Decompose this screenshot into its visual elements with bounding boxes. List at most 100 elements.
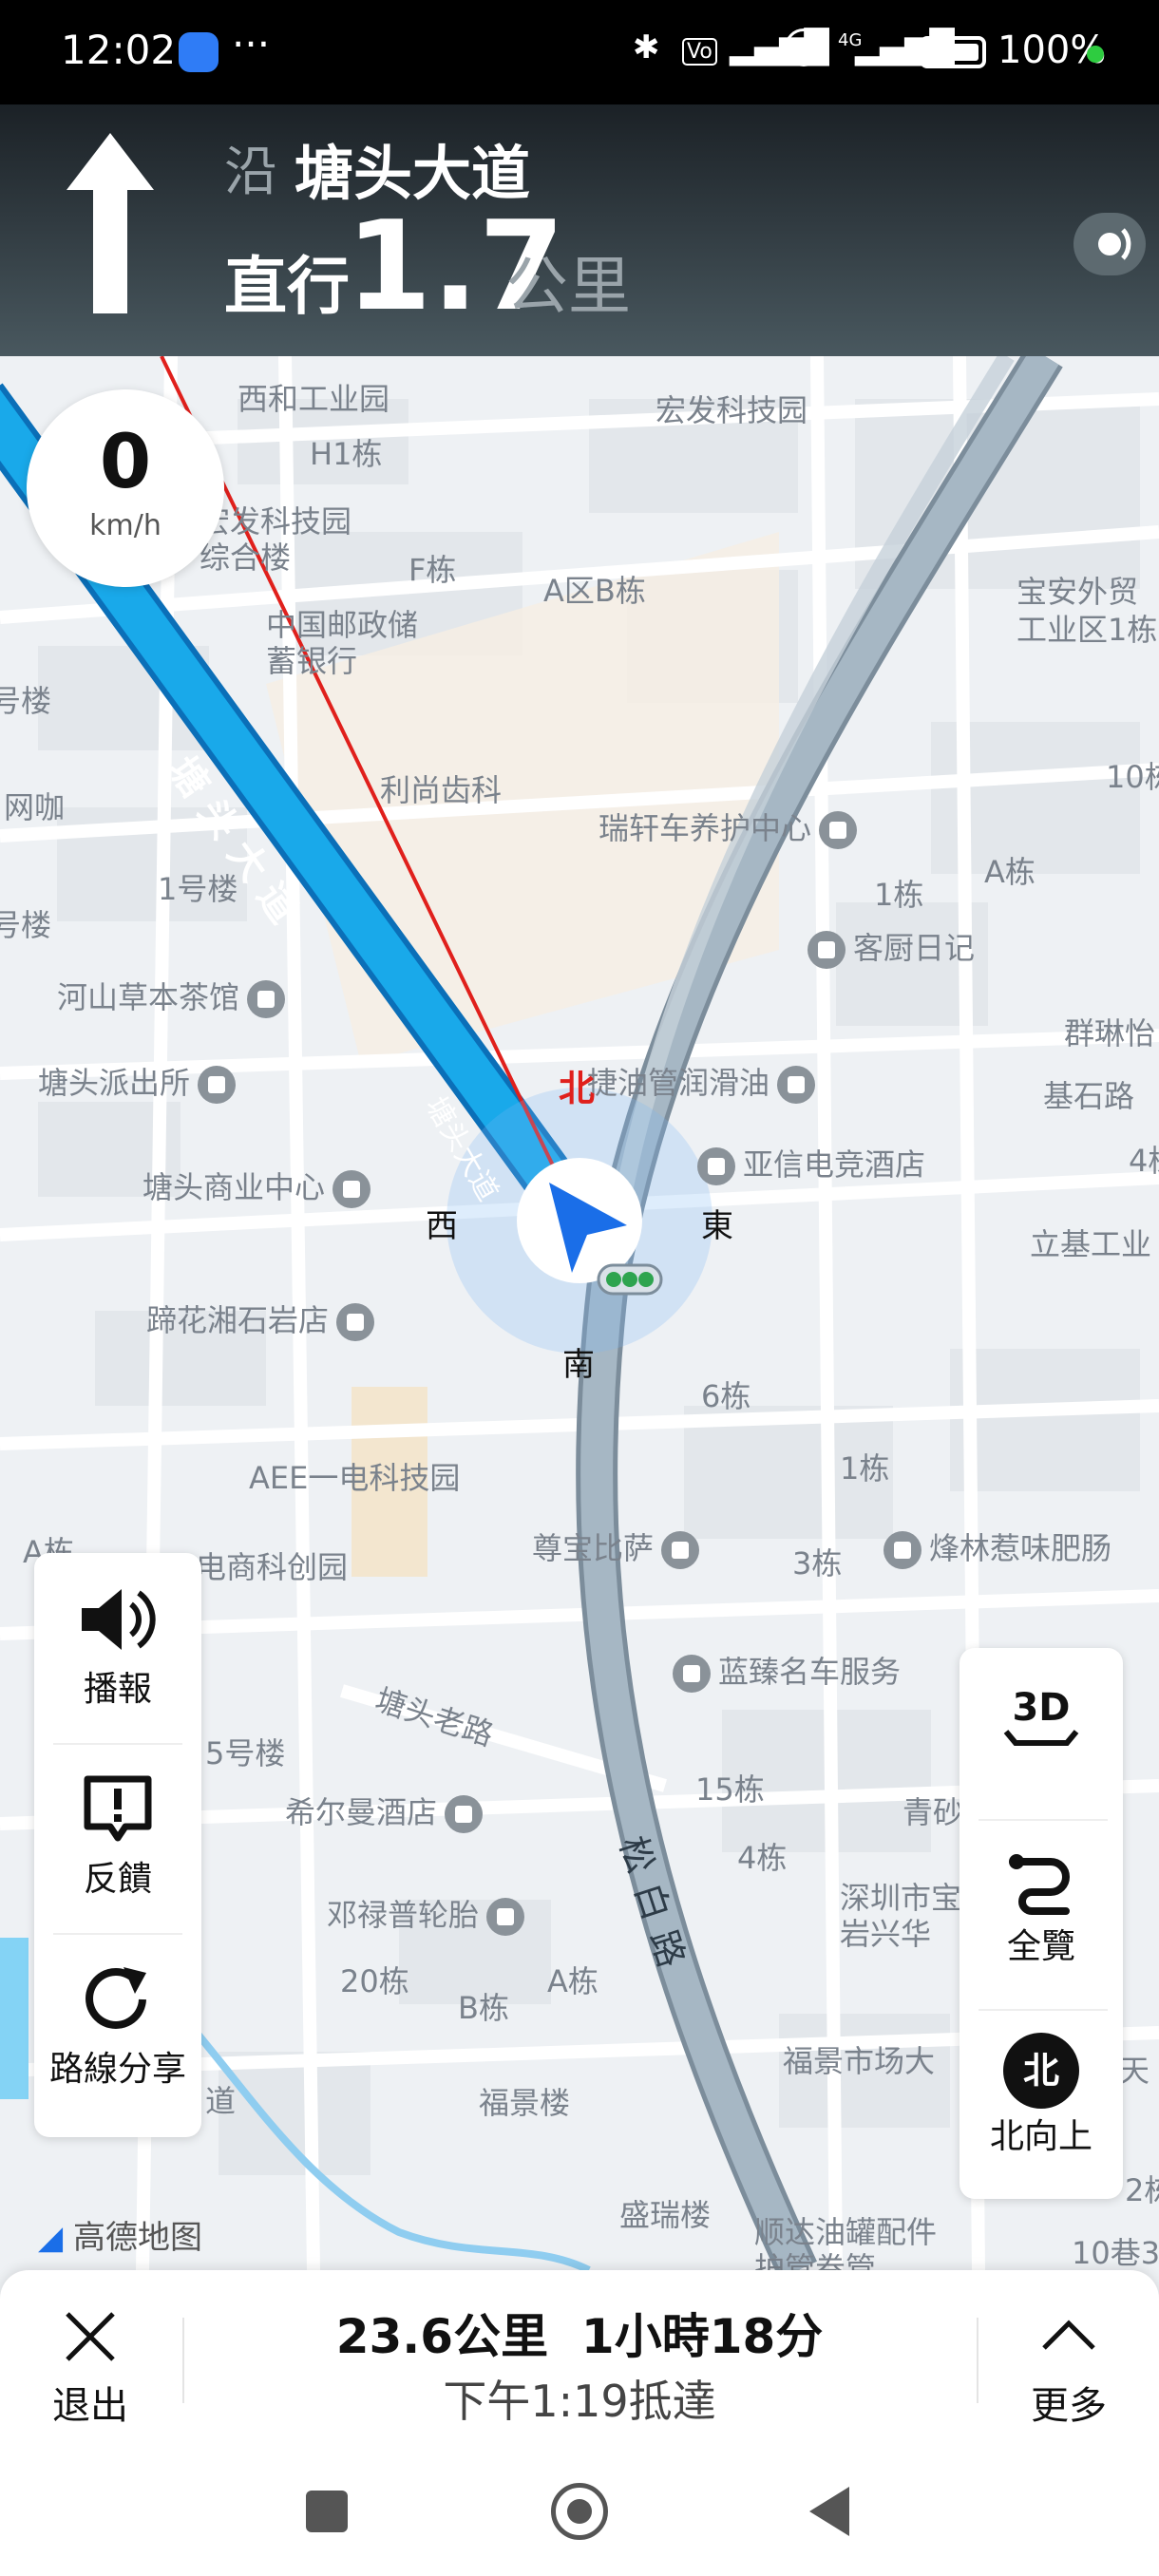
map-label: 福景市场大 xyxy=(783,2043,936,2079)
feedback-label: 反饋 xyxy=(83,1860,152,1899)
bluetooth-icon: ✱ xyxy=(633,28,660,66)
compass-west: 西 xyxy=(426,1207,458,1245)
overview-button[interactable]: 全覽 xyxy=(960,1843,1123,1968)
message-app-icon xyxy=(179,32,218,72)
restaurant-icon xyxy=(661,1531,700,1569)
map-label: 2栋 xyxy=(1125,2172,1159,2208)
more-options-button[interactable]: 更多 xyxy=(1016,2308,1121,2430)
map-label: 3栋 xyxy=(792,1545,843,1582)
feedback-icon xyxy=(84,1775,152,1842)
poi-label[interactable]: 河山草本茶馆 xyxy=(57,974,286,1018)
broadcast-label: 播報 xyxy=(83,1670,152,1709)
map-label: 号楼 xyxy=(0,683,52,719)
system-navigation-bar xyxy=(0,2441,1159,2576)
along-prefix: 沿 xyxy=(224,142,277,203)
straight-arrow-icon xyxy=(66,133,154,313)
shopping-icon xyxy=(332,1170,371,1208)
guidance-banner: 沿 塘头大道 直行 1.7 公里 xyxy=(0,104,1159,356)
divider xyxy=(53,1743,182,1745)
hotel-icon xyxy=(445,1795,484,1833)
home-button[interactable] xyxy=(551,2483,608,2540)
poi-label[interactable]: 塘头派出所 xyxy=(38,1059,237,1104)
poi-label[interactable]: 希尔曼酒店 xyxy=(285,1789,484,1833)
poi-label[interactable]: 尊宝比萨 xyxy=(532,1525,700,1569)
map-label: A栋 xyxy=(547,1963,598,1999)
broadcast-button[interactable]: 播報 xyxy=(34,1582,201,1711)
trip-summary-bar: 退出 23.6公里 1小時18分 下午1:19抵達 更多 xyxy=(0,2270,1159,2441)
divider xyxy=(978,1819,1108,1821)
car-service-icon xyxy=(777,1066,816,1104)
amap-logo: ◢ 高德地图 xyxy=(38,2219,202,2257)
overview-route-icon xyxy=(1009,1854,1070,1915)
car-service-icon xyxy=(673,1655,711,1693)
green-dot-indicator xyxy=(1087,46,1104,63)
north-up-icon: 北 xyxy=(1003,2033,1079,2109)
map-label: 4栋 xyxy=(1129,1143,1159,1179)
amap-logo-icon: ◢ xyxy=(38,2219,64,2257)
voice-assistant-button[interactable] xyxy=(1074,213,1146,275)
map-label: 青砂 xyxy=(902,1794,964,1830)
north-up-label: 北向上 xyxy=(989,2117,1092,2156)
voice-icon xyxy=(1098,228,1131,260)
poi-label[interactable]: 亚信电竞酒店 xyxy=(697,1141,925,1185)
battery-icon xyxy=(920,36,986,68)
exit-navigation-button[interactable]: 退出 xyxy=(38,2308,142,2430)
poi-label[interactable]: 邓禄普轮胎 xyxy=(327,1891,525,1936)
north-up-button[interactable]: 北 北向上 xyxy=(960,2033,1123,2158)
speedometer: 0 km/h xyxy=(27,389,224,587)
map-label: 6栋 xyxy=(701,1378,751,1414)
svg-text:3D: 3D xyxy=(1012,1686,1070,1730)
map-label: 5号楼 xyxy=(205,1735,286,1771)
divider xyxy=(977,2318,978,2403)
distance-unit: 公里 xyxy=(505,250,631,323)
map-label: 1栋 xyxy=(874,877,924,913)
map-label: 道 xyxy=(205,2083,237,2119)
divider xyxy=(182,2318,184,2403)
registered-icon: R xyxy=(785,28,823,66)
hotel-icon xyxy=(697,1147,735,1185)
map-label: 天 xyxy=(1119,2053,1150,2089)
compass-south: 南 xyxy=(562,1346,595,1384)
poi-label[interactable]: 瑞轩车养护中心 xyxy=(598,805,858,849)
map-label: 中国邮政储蓄银行 xyxy=(266,607,419,679)
back-button[interactable] xyxy=(809,2487,849,2536)
share-route-button[interactable]: 路線分享 xyxy=(34,1961,201,2091)
more-notifications-icon: ··· xyxy=(232,21,271,67)
map-label: 深圳市宝岩兴华 xyxy=(840,1880,962,1952)
map-label: 电商科创园 xyxy=(196,1549,349,1585)
map-label: 1栋 xyxy=(840,1450,890,1487)
map-label: 顺达油罐配件护管卷管 xyxy=(754,2214,938,2270)
3d-view-button[interactable]: 3D xyxy=(960,1676,1123,1756)
poi-label[interactable]: 蹄花湘石岩店 xyxy=(146,1297,375,1341)
map-label: A栋 xyxy=(984,854,1036,890)
right-control-panel: 3D 全覽 北 北向上 xyxy=(960,1648,1123,2199)
map-label: A区B栋 xyxy=(543,573,646,609)
map-label: 15栋 xyxy=(695,1771,765,1808)
poi-label[interactable]: 烽林惹味肥肠 xyxy=(884,1525,1112,1569)
poi-label[interactable]: 蓝臻名车服务 xyxy=(673,1648,901,1693)
compass-north: 北 xyxy=(559,1068,596,1109)
restaurant-icon xyxy=(336,1303,375,1341)
map-label: F栋 xyxy=(408,552,457,588)
map-label: 10巷3 xyxy=(1072,2235,1159,2270)
poi-label[interactable]: 捷油管润滑油 xyxy=(587,1059,816,1104)
more-label: 更多 xyxy=(1031,2384,1107,2428)
poi-label[interactable]: 塘头商业中心 xyxy=(142,1164,371,1208)
map-label: B栋 xyxy=(458,1990,509,2026)
police-icon xyxy=(198,1066,237,1104)
restaurant-icon xyxy=(808,931,846,969)
map-label: 立基工业 xyxy=(1030,1226,1152,1262)
speaker-icon xyxy=(82,1589,156,1650)
recent-apps-button[interactable] xyxy=(306,2491,348,2532)
left-control-panel: 播報 反饋 路線分享 xyxy=(34,1553,201,2137)
map-label: 网咖 xyxy=(4,789,66,825)
map-label: AEE一电科技园 xyxy=(249,1460,461,1496)
close-icon xyxy=(66,2312,115,2361)
trip-distance-duration: 23.6公里 1小時18分 xyxy=(335,2309,824,2364)
status-time: 12:02 xyxy=(61,27,177,73)
map-label: 4栋 xyxy=(737,1840,788,1876)
map-label: 宝安外贸工业区1栋 xyxy=(1016,574,1158,648)
feedback-button[interactable]: 反饋 xyxy=(34,1771,201,1901)
map-label: 基石路 xyxy=(1043,1078,1135,1114)
poi-label[interactable]: 客厨日记 xyxy=(808,924,975,969)
